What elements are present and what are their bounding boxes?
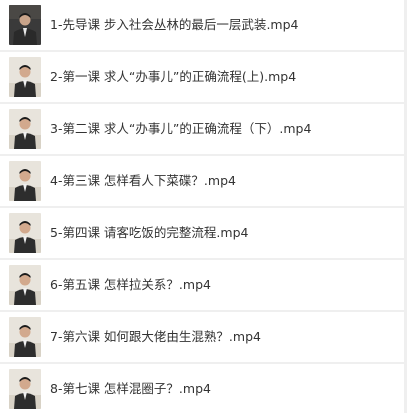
- presenter-icon: [9, 317, 41, 357]
- file-name: 7-第六课 如何跟大佬由生混熟？.mp4: [50, 329, 261, 344]
- presenter-icon: [9, 265, 41, 305]
- file-name: 3-第二课 求人“办事儿”的正确流程（下）.mp4: [50, 121, 312, 136]
- presenter-icon: [9, 161, 41, 201]
- file-row[interactable]: 7-第六课 如何跟大佬由生混熟？.mp4: [0, 312, 404, 362]
- file-row[interactable]: 4-第三课 怎样看人下菜碟？.mp4: [0, 156, 404, 206]
- video-thumbnail: [9, 109, 41, 149]
- presenter-icon: [9, 5, 41, 45]
- file-name: 1-先导课 步入社会丛林的最后一层武装.mp4: [50, 17, 299, 32]
- presenter-icon: [9, 369, 41, 409]
- file-name: 8-第七课 怎样混圈子？.mp4: [50, 381, 211, 396]
- presenter-icon: [9, 109, 41, 149]
- video-thumbnail: [9, 369, 41, 409]
- file-name: 4-第三课 怎样看人下菜碟？.mp4: [50, 173, 236, 188]
- file-row[interactable]: 8-第七课 怎样混圈子？.mp4: [0, 364, 404, 413]
- file-row[interactable]: 3-第二课 求人“办事儿”的正确流程（下）.mp4: [0, 104, 404, 154]
- file-name: 2-第一课 求人“办事儿”的正确流程(上).mp4: [50, 69, 297, 84]
- file-row[interactable]: 6-第五课 怎样拉关系？.mp4: [0, 260, 404, 310]
- file-row[interactable]: 1-先导课 步入社会丛林的最后一层武装.mp4: [0, 0, 404, 50]
- file-row[interactable]: 5-第四课 请客吃饭的完整流程.mp4: [0, 208, 404, 258]
- video-thumbnail: [9, 317, 41, 357]
- presenter-icon: [9, 57, 41, 97]
- video-thumbnail: [9, 213, 41, 253]
- video-thumbnail: [9, 265, 41, 305]
- file-name: 6-第五课 怎样拉关系？.mp4: [50, 277, 211, 292]
- file-name: 5-第四课 请客吃饭的完整流程.mp4: [50, 225, 249, 240]
- video-thumbnail: [9, 57, 41, 97]
- video-thumbnail: [9, 161, 41, 201]
- presenter-icon: [9, 213, 41, 253]
- video-thumbnail: [9, 5, 41, 45]
- file-row[interactable]: 2-第一课 求人“办事儿”的正确流程(上).mp4: [0, 52, 404, 102]
- file-list: 1-先导课 步入社会丛林的最后一层武装.mp4 2-第一课 求人“办事儿”的正确…: [0, 0, 407, 413]
